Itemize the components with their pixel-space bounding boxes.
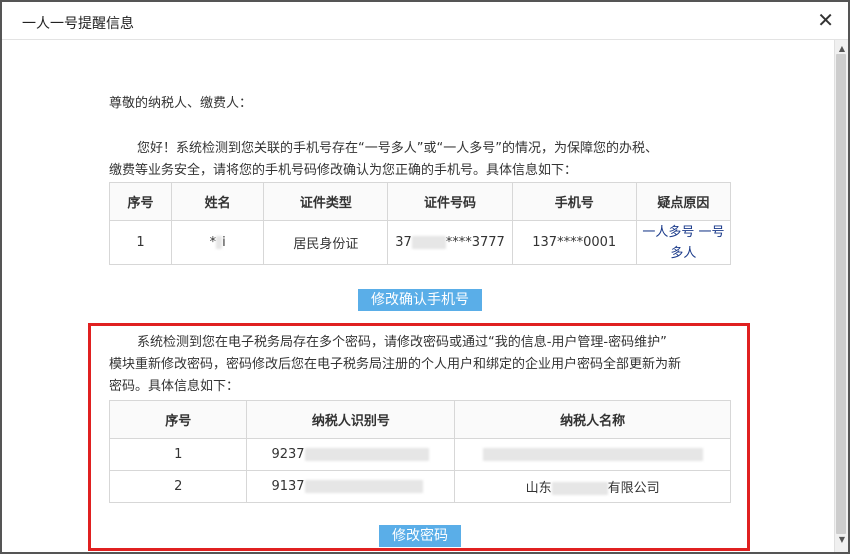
name-tail: i (222, 235, 226, 250)
notice-line-1: 您好！系统检测到您关联的手机号存在“一号多人”或“一人多号”的情况，为保障您的办… (137, 141, 658, 156)
cell-name: * i (171, 220, 265, 265)
reason-line-1: 一人多号 一号 (642, 224, 725, 240)
cell-id-type: 居民身份证 (263, 220, 389, 265)
dialog-titlebar: 一人一号提醒信息 ✕ (2, 2, 848, 40)
scrollbar-thumb[interactable] (836, 54, 846, 534)
scroll-up-icon[interactable]: ▲ (839, 44, 845, 53)
col-header-id-number: 证件号码 (387, 182, 513, 221)
id-suffix: ****3777 (445, 235, 505, 250)
close-icon[interactable]: ✕ (817, 10, 834, 30)
id-prefix: 37 (395, 235, 412, 250)
phone-info-table: 序号 姓名 证件类型 证件号码 手机号 疑点原因 1 * i 居民身份证 37 **… (108, 182, 732, 265)
dialog-title: 一人一号提醒信息 (22, 16, 134, 32)
col-header-reason: 疑点原因 (635, 182, 732, 221)
reminder-dialog: 一人一号提醒信息 ✕ ▲ ▼ 尊敬的纳税人、缴费人： 您好！系统检测到您关联的手… (0, 0, 850, 554)
highlight-box (88, 323, 750, 551)
confirm-phone-button[interactable]: 修改确认手机号 (358, 289, 482, 311)
cell-reason: 一人多号 一号 多人 (635, 220, 732, 265)
dialog-content: 尊敬的纳税人、缴费人： 您好！系统检测到您关联的手机号存在“一号多人”或“一人多… (2, 41, 834, 552)
table-header-row: 序号 姓名 证件类型 证件号码 手机号 疑点原因 (108, 182, 732, 221)
col-header-name: 姓名 (171, 182, 265, 221)
notice-line-2: 缴费等业务安全，请将您的手机号码修改确认为您正确的手机号。具体信息如下： (109, 163, 578, 178)
reason-line-2: 多人 (670, 245, 697, 261)
cell-index: 1 (108, 220, 173, 265)
col-header-id-type: 证件类型 (263, 182, 389, 221)
scroll-down-icon[interactable]: ▼ (839, 535, 845, 544)
table-row: 1 * i 居民身份证 37 ****3777 137****0001 一人多号 一… (108, 220, 732, 265)
redacted-block (216, 236, 223, 249)
col-header-phone: 手机号 (511, 182, 637, 221)
redacted-block (411, 236, 446, 249)
greeting-text: 尊敬的纳税人、缴费人： (109, 96, 253, 111)
col-header-index: 序号 (108, 182, 173, 221)
cell-phone: 137****0001 (511, 220, 637, 265)
cell-id-number: 37 ****3777 (387, 220, 513, 265)
